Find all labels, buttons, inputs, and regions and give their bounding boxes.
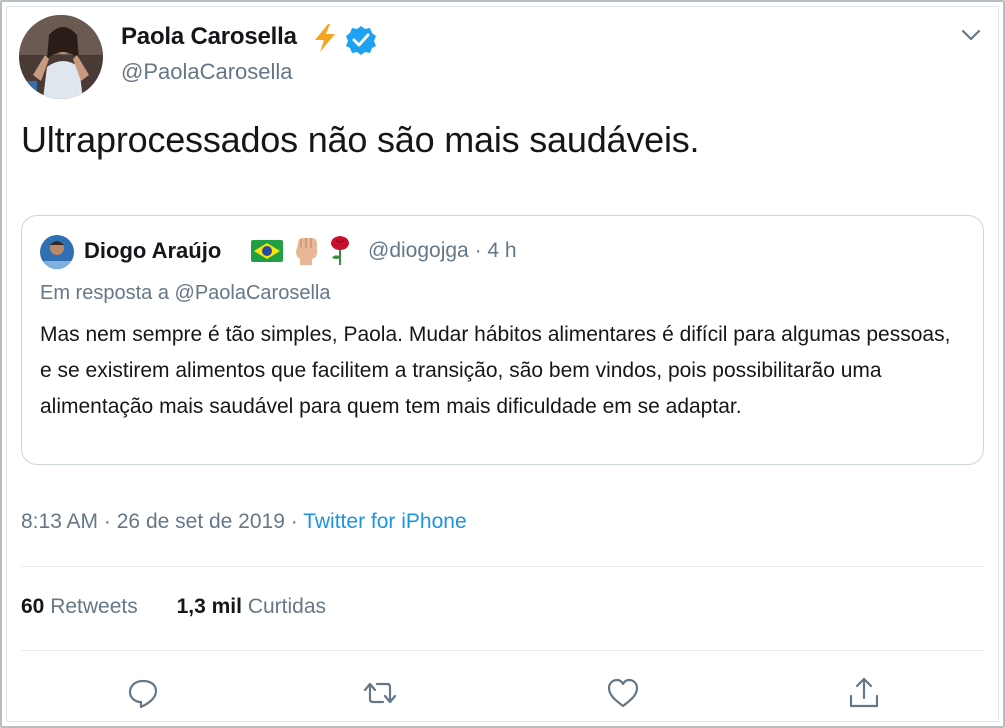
reply-icon[interactable] <box>125 675 161 711</box>
brazil-flag-icon <box>251 240 283 262</box>
chevron-down-icon[interactable] <box>958 24 984 46</box>
verified-icon <box>345 25 377 55</box>
tweet-meta: 8:13 AM · 26 de set de 2019 · Twitter fo… <box>21 510 467 534</box>
divider <box>21 650 984 651</box>
quoted-time[interactable]: 4 h <box>487 239 516 262</box>
separator-dot: · <box>290 510 298 533</box>
retweets-count: 60 <box>21 595 45 618</box>
likes-count: 1,3 mil <box>176 595 242 618</box>
author-name[interactable]: Paola Carosella <box>121 23 297 51</box>
quoted-handle-time[interactable]: @diogojga · 4 h <box>368 239 517 263</box>
tweet-source-link[interactable]: Twitter for iPhone <box>303 510 466 533</box>
quoted-tweet[interactable]: Diogo Araújo @diogojga · 4 h Em resposta… <box>21 215 984 465</box>
author-handle[interactable]: @PaolaCarosella <box>121 59 293 85</box>
reply-context: Em resposta a @PaolaCarosella <box>40 282 330 305</box>
quoted-author-avatar[interactable] <box>40 235 74 269</box>
separator-dot: · <box>474 239 482 262</box>
likes-stat[interactable]: 1,3 mil Curtidas <box>177 595 326 619</box>
quoted-handle[interactable]: @diogojga <box>368 239 469 262</box>
retweets-stat[interactable]: 60 Retweets <box>21 595 138 619</box>
reply-to-handle[interactable]: @PaolaCarosella <box>175 282 331 304</box>
share-icon[interactable] <box>846 675 882 711</box>
tweet-date[interactable]: 26 de set de 2019 <box>117 510 285 533</box>
retweets-label: Retweets <box>50 595 138 618</box>
tweet-time[interactable]: 8:13 AM <box>21 510 98 533</box>
retweet-icon[interactable] <box>362 675 398 711</box>
reply-prefix: Em resposta a <box>40 282 169 304</box>
lightning-bolt-icon <box>312 23 338 53</box>
divider <box>21 566 984 567</box>
likes-label: Curtidas <box>247 595 327 618</box>
rose-icon <box>327 234 353 266</box>
separator-dot: · <box>103 510 111 533</box>
like-icon[interactable] <box>605 675 641 711</box>
quoted-tweet-text: Mas nem sempre é tão simples, Paola. Mud… <box>40 323 951 418</box>
tweet-stats: 60 Retweets 1,3 mil Curtidas <box>21 595 326 619</box>
quoted-author-name[interactable]: Diogo Araújo <box>84 238 221 264</box>
author-avatar[interactable] <box>19 15 103 99</box>
tweet-text: Ultraprocessados não são mais saudáveis. <box>21 119 700 160</box>
raised-fist-icon <box>292 234 320 266</box>
